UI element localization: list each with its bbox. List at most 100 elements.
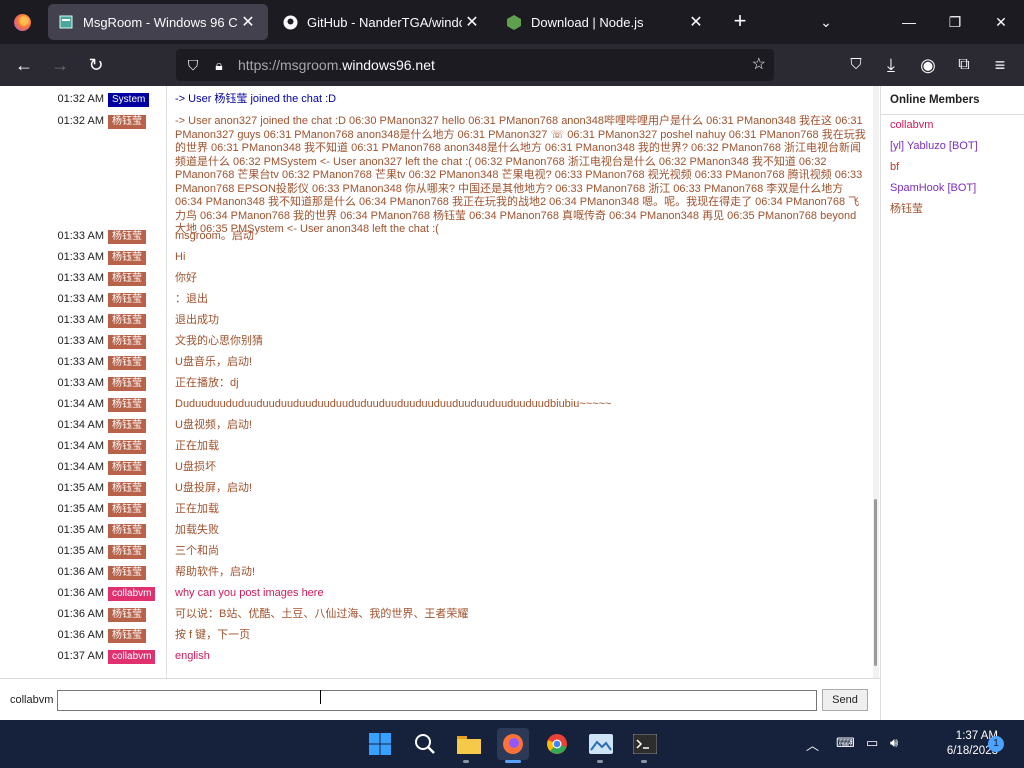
firefox-taskbar-icon[interactable] — [497, 728, 529, 760]
message-timestamp: 01:35 AM — [57, 524, 104, 536]
close-tab-icon[interactable]: ✕ — [238, 12, 258, 32]
message-username-badge[interactable]: collabvm — [108, 650, 156, 664]
url-scheme: https://msgroom. — [238, 57, 343, 73]
send-button[interactable]: Send — [822, 689, 868, 711]
lock-icon[interactable]: 🔒︎ — [206, 57, 232, 74]
downloads-icon[interactable]: ⤓ — [878, 53, 904, 77]
chevron-up-icon[interactable]: ︿ — [806, 735, 819, 754]
start-icon[interactable] — [364, 728, 396, 760]
message-text: 正在播放：dj — [175, 377, 239, 389]
chat-scrollbar-thumb[interactable] — [874, 499, 877, 666]
message-timestamp: 01:34 AM — [57, 440, 104, 452]
new-tab-button[interactable]: + — [728, 10, 752, 34]
close-tab-icon[interactable]: ✕ — [686, 12, 706, 32]
message-username-badge[interactable]: 杨钰莹 — [108, 115, 146, 129]
message-username-badge[interactable]: 杨钰莹 — [108, 419, 146, 433]
chat-log: 01:32 AM System -> User 杨钰莹 joined the cha… — [0, 86, 873, 678]
terminal-icon[interactable] — [629, 728, 661, 760]
message-username-badge[interactable]: 杨钰莹 — [108, 566, 146, 580]
message-username-badge[interactable]: System — [108, 93, 150, 107]
message-text: U盘损坏 — [175, 461, 216, 473]
message-timestamp: 01:33 AM — [57, 314, 104, 326]
message-composer: collabvm Send — [0, 678, 880, 720]
member-item[interactable]: collabvm — [881, 115, 1024, 136]
notification-badge[interactable]: 1 — [988, 736, 1004, 752]
message-text: U盘音乐，启动! — [175, 356, 252, 368]
message-username-badge[interactable]: 杨钰莹 — [108, 440, 146, 454]
tab-github[interactable]: GitHub - NanderTGA/windows9 ✕ — [272, 4, 492, 40]
message-username-badge[interactable]: 杨钰莹 — [108, 545, 146, 559]
chrome-icon[interactable] — [541, 728, 573, 760]
chat-message: 01:34 AM 杨钰莹 U盘视频，启动! — [0, 415, 873, 433]
online-members-panel: Online Members collabvm [yl] Yabluzo [BOT… — [880, 86, 1024, 720]
reload-icon[interactable]: ↻ — [83, 53, 109, 77]
back-icon[interactable]: ← — [11, 53, 37, 77]
message-username-badge[interactable]: 杨钰莹 — [108, 293, 146, 307]
member-item[interactable]: 杨钰莹 — [881, 199, 1024, 220]
message-username-badge[interactable]: 杨钰莹 — [108, 608, 146, 622]
chat-message: 01:35 AM 杨钰莹 加载失败 — [0, 520, 873, 538]
message-username-badge[interactable]: 杨钰莹 — [108, 377, 146, 391]
member-item[interactable]: bf — [881, 157, 1024, 178]
message-username-badge[interactable]: 杨钰莹 — [108, 335, 146, 349]
file-explorer-icon[interactable] — [453, 728, 485, 760]
tab-msgroom[interactable]: MsgRoom - Windows 96 Chat ✕ — [48, 4, 268, 40]
message-text: 三个和尚 — [175, 545, 219, 557]
message-username-badge[interactable]: collabvm — [108, 587, 156, 601]
chat-message: 01:33 AM 杨钰莹 msgroom。启动 — [0, 226, 873, 244]
tab-title: MsgRoom - Windows 96 Chat — [83, 14, 238, 30]
windows-taskbar: ︿ ⌨ ▭ 🔊︎ 1:37 AM 6/18/2023 1 — [0, 720, 1024, 768]
message-text: Hi — [175, 251, 186, 263]
message-timestamp: 01:37 AM — [57, 650, 104, 662]
message-username-badge[interactable]: 杨钰莹 — [108, 629, 146, 643]
message-username-badge[interactable]: 杨钰莹 — [108, 461, 146, 475]
message-input[interactable] — [57, 690, 817, 711]
url-bar[interactable]: ⛉ 🔒︎ https://msgroom.windows96.net ☆ — [176, 49, 774, 81]
account-icon[interactable]: ◉ — [915, 53, 941, 77]
extensions-icon[interactable]: ⧉ — [951, 53, 977, 77]
member-item[interactable]: [yl] Yabluzo [BOT] — [881, 136, 1024, 157]
keyboard-icon[interactable]: ⌨ — [836, 735, 855, 751]
message-username-badge[interactable]: 杨钰莹 — [108, 482, 146, 496]
message-text: 正在加载 — [175, 440, 219, 452]
network-icon[interactable]: ▭ — [866, 735, 878, 751]
message-username-badge[interactable]: 杨钰莹 — [108, 272, 146, 286]
chat-message: 01:33 AM 杨钰莹 文我的心思你别猜 — [0, 331, 873, 349]
message-text: 正在加载 — [175, 503, 219, 515]
list-all-tabs-icon[interactable]: ⌄ — [816, 10, 836, 34]
url-host: windows96.net — [342, 57, 435, 73]
chat-message: 01:33 AM 杨钰莹 正在播放：dj — [0, 373, 873, 391]
nickname-label[interactable]: collabvm — [10, 694, 53, 706]
shield-icon[interactable]: ⛉ — [180, 57, 206, 74]
tab-title: Download | Node.js — [531, 14, 644, 30]
url-text[interactable]: https://msgroom.windows96.net — [238, 57, 435, 73]
pocket-icon[interactable]: ⛉ — [843, 53, 869, 77]
firefox-icon[interactable] — [0, 0, 44, 44]
message-timestamp: 01:34 AM — [57, 461, 104, 473]
minimize-icon[interactable]: — — [886, 0, 932, 44]
bookmark-star-icon[interactable]: ☆ — [752, 54, 766, 74]
search-icon[interactable] — [409, 728, 441, 760]
message-text: 退出成功 — [175, 314, 219, 326]
message-username-badge[interactable]: 杨钰莹 — [108, 230, 146, 244]
clock[interactable]: 1:37 AM 6/18/2023 — [918, 729, 998, 759]
message-username-badge[interactable]: 杨钰莹 — [108, 398, 146, 412]
forward-icon[interactable]: → — [47, 53, 73, 77]
tab-nodejs[interactable]: Download | Node.js ✕ — [496, 4, 716, 40]
message-username-badge[interactable]: 杨钰莹 — [108, 503, 146, 517]
volume-icon[interactable]: 🔊︎ — [890, 735, 898, 751]
message-timestamp: 01:33 AM — [57, 335, 104, 347]
chat-message: 01:32 AM 杨钰莹 -> User anon327 joined the ch… — [0, 111, 873, 235]
restore-icon[interactable]: ❐ — [932, 0, 978, 44]
message-username-badge[interactable]: 杨钰莹 — [108, 524, 146, 538]
message-username-badge[interactable]: 杨钰莹 — [108, 356, 146, 370]
close-tab-icon[interactable]: ✕ — [462, 12, 482, 32]
photos-icon[interactable] — [585, 728, 617, 760]
message-username-badge[interactable]: 杨钰莹 — [108, 251, 146, 265]
menu-icon[interactable]: ≡ — [987, 53, 1013, 77]
msgroom-icon — [58, 14, 74, 30]
message-username-badge[interactable]: 杨钰莹 — [108, 314, 146, 328]
close-window-icon[interactable]: ✕ — [978, 0, 1024, 44]
chat-message: 01:34 AM 杨钰莹 Duduuduududuuduuduuduuduuduud… — [0, 394, 873, 412]
member-item[interactable]: SpamHook [BOT] — [881, 178, 1024, 199]
